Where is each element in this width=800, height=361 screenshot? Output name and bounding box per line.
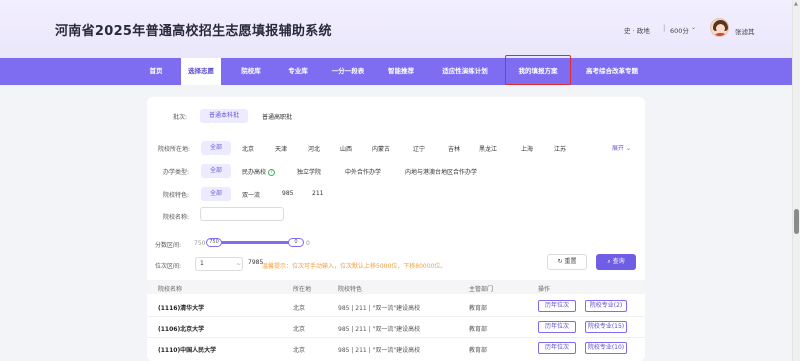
chevron-down-icon: ⌄ [625,145,631,152]
feature-option[interactable]: 985 [282,190,293,197]
app-header: 河南省2025年普通高校招生志愿填报辅助系统 史 · 政地 | 600分 ⌄ 张… [0,0,792,58]
score-max-text: 0 [306,240,310,247]
location-option[interactable]: 内蒙古 [372,144,390,153]
nav-adaptive-drill[interactable]: 适应性演练计划 [436,58,494,85]
history-rank-button[interactable]: 历年位次 [538,342,576,354]
school-name-input[interactable] [200,207,284,221]
rank-separator: ~ [236,261,242,268]
table-row-feature: 985 | 211 | "双一流"建设高校 [338,326,421,333]
col-school-name: 院校名称 [158,286,183,293]
table-row-location: 北京 [293,326,306,333]
location-option[interactable]: 北京 [242,144,254,153]
school-name-label: 院校名称: [163,214,190,221]
chevron-down-icon[interactable]: ⌄ [691,24,696,31]
nav-major-library[interactable]: 专业库 [278,58,318,85]
table-row-department: 教育部 [469,305,488,312]
reset-button[interactable]: ↻ 重置 [547,254,587,270]
location-option[interactable]: 全部 [201,141,231,155]
header-divider: | [663,24,666,32]
rank-hint: 温馨提示：位次可手动输入，位次默认上移5000位，下移80000位。 [262,263,447,270]
score-slider[interactable] [219,241,299,244]
school-type-option[interactable]: 内地与港澳台地区合作办学 [405,167,477,176]
rank-range-label: 位次区间: [155,263,182,270]
query-label: 查询 [612,258,625,265]
table-row-name[interactable]: (1110)中国人民大学 [158,345,216,354]
table-row-name[interactable]: (1106)北京大学 [158,324,204,333]
nav-reform-topic[interactable]: 高考综合改革专题 [579,58,645,85]
location-option[interactable]: 辽宁 [413,144,425,153]
school-majors-button[interactable]: 院校专业(10) [585,342,627,354]
score-slider-low-handle[interactable]: 750 [206,238,222,247]
avatar[interactable] [710,18,729,37]
score-range-label: 分数区间: [155,242,182,249]
nav-home[interactable]: 首页 [141,58,171,85]
search-icon: ⌕ [607,258,611,265]
table-row-location: 北京 [293,305,306,312]
batch-option-vocational[interactable]: 普通高职批 [262,112,292,121]
help-icon[interactable]: ? [268,169,276,176]
reset-label: 重置 [564,258,577,265]
nav-smart-recommend[interactable]: 智能推荐 [381,58,421,85]
row-divider [147,337,645,338]
location-option[interactable]: 吉林 [448,144,460,153]
expand-label: 展开 [612,145,625,152]
table-row-department: 教育部 [469,347,488,354]
batch-label: 批次: [173,114,188,121]
school-type-option[interactable]: 民办高校? [242,167,276,176]
nav-college-library[interactable]: 院校库 [231,58,271,85]
school-type-label: 办学类型: [163,169,190,176]
location-option[interactable]: 上海 [521,144,533,153]
subject-combo[interactable]: 史 · 政地 [624,25,650,35]
feature-label: 院校特色: [163,192,190,199]
score-min-text: 750 [194,240,206,247]
page-title: 河南省2025年普通高校招生志愿填报辅助系统 [55,24,332,39]
school-type-option[interactable]: 中外合作办学 [345,167,381,176]
location-option[interactable]: 黑龙江 [479,144,497,153]
location-option[interactable]: 山西 [340,144,352,153]
location-option[interactable]: 天津 [275,144,287,153]
table-row-feature: 985 | 211 | "双一流"建设高校 [338,305,421,312]
col-feature: 院校特色 [338,286,363,293]
feature-option[interactable]: 全部 [201,187,231,201]
location-label: 院校所在地: [158,146,191,153]
history-rank-button[interactable]: 历年位次 [538,321,576,333]
school-majors-button[interactable]: 院校专业(15) [585,321,627,333]
col-department: 主管部门 [469,286,494,293]
table-header [147,280,645,294]
nav-score-table[interactable]: 一分一段表 [323,58,373,85]
refresh-icon: ↻ [557,258,563,265]
table-row-department: 教育部 [469,326,488,333]
scroll-up-icon[interactable]: ▲ [794,1,798,7]
feature-option[interactable]: 211 [312,190,323,197]
highlight-box [505,55,571,85]
score-slider-high-handle[interactable]: 0 [288,238,304,247]
nav-choose-volunteer[interactable]: 选择志愿 [181,58,221,85]
location-option[interactable]: 河北 [308,144,320,153]
school-type-option[interactable]: 全部 [201,164,231,178]
location-option[interactable]: 江苏 [554,144,566,153]
table-row-feature: 985 | 211 | "双一流"建设高校 [338,347,421,354]
main-nav: 首页 选择志愿 院校库 专业库 一分一段表 智能推荐 适应性演练计划 我的填报方… [0,58,792,85]
score-selector[interactable]: 600分 [670,25,689,35]
batch-option-undergrad[interactable]: 普通本科批 [200,109,248,123]
col-actions: 操作 [538,286,551,293]
scroll-thumb[interactable] [794,209,799,234]
query-button[interactable]: ⌕ 查询 [596,254,636,270]
row-divider [147,316,645,317]
table-row-name[interactable]: (1116)清华大学 [158,303,204,312]
expand-button[interactable]: 展开 ⌄ [612,143,631,152]
scrollbar[interactable]: ▲ [792,0,800,361]
school-type-option-label: 民办高校 [242,169,267,176]
school-majors-button[interactable]: 院校专业(2) [585,300,627,312]
col-location: 所在地 [293,286,312,293]
history-rank-button[interactable]: 历年位次 [538,300,576,312]
school-type-option[interactable]: 独立学院 [297,167,321,176]
username[interactable]: 张滤其 [735,26,755,36]
table-row-location: 北京 [293,347,306,354]
feature-option[interactable]: 双一流 [242,190,260,199]
